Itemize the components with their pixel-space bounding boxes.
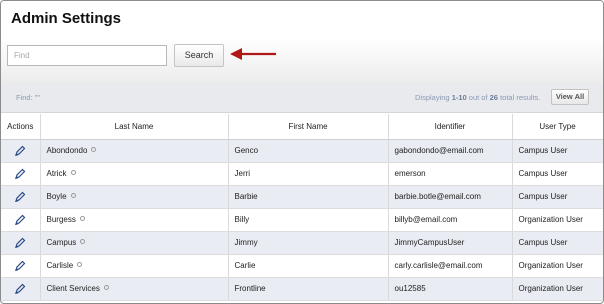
identifier-cell: JimmyCampusUser [388,231,513,255]
column-header-last-name[interactable]: Last Name [40,114,229,140]
table-row: Carlisle Carlie carly.carlisle@email.com… [1,254,603,278]
last-name[interactable]: Atrick [47,169,67,178]
user-type-cell: Organization User [512,254,603,278]
table-row: Abondondo Genco gabondondo@email.com Cam… [1,139,603,163]
last-name-cell: Boyle [40,185,229,209]
user-type-cell: Campus User [512,185,603,209]
user-type-cell: Campus User [512,162,603,186]
last-name-cell: Burgess [40,208,229,232]
identifier-cell: gabondondo@email.com [388,139,513,163]
display-suffix: total results. [497,93,541,102]
actions-cell [1,277,41,301]
first-name-cell: Genco [228,139,389,163]
users-table: Actions Last Name First Name Identifier … [1,114,603,301]
last-name-cell: Abondondo [40,139,229,163]
actions-cell [1,185,41,209]
table-row: Atrick Jerri emerson Campus User [1,162,603,186]
pencil-icon[interactable] [14,214,26,226]
column-header-first-name[interactable]: First Name [228,114,389,140]
pencil-icon[interactable] [14,237,26,249]
last-name-cell: Client Services [40,277,229,301]
pencil-icon[interactable] [14,145,26,157]
search-button[interactable]: Search [174,44,224,67]
arrow-left-icon [230,48,276,60]
actions-cell [1,139,41,163]
pencil-icon[interactable] [14,168,26,180]
results-bar: Find: "" Displaying 1-10 out of 26 total… [1,83,603,113]
view-all-button[interactable]: View All [551,89,589,105]
page-title: Admin Settings [11,10,122,27]
column-header-user-type[interactable]: User Type [512,114,603,140]
table-header-row: Actions Last Name First Name Identifier … [1,114,603,140]
display-total: 26 [489,93,498,102]
last-name-cell: Carlisle [40,254,229,278]
table-row: Campus Jimmy JimmyCampusUser Campus User [1,231,603,255]
last-name[interactable]: Boyle [47,192,67,201]
last-name-cell: Atrick [40,162,229,186]
header: Admin Settings Search [1,1,603,83]
actions-cell [1,208,41,232]
info-dot-icon[interactable] [103,284,109,290]
identifier-cell: barbie.botle@email.com [388,185,513,209]
identifier-cell: emerson [388,162,513,186]
pencil-icon[interactable] [14,191,26,203]
table-row: Burgess Billy billyb@email.com Organizat… [1,208,603,232]
user-type-cell: Campus User [512,231,603,255]
find-query-label: Find: "" [16,93,41,102]
info-dot-icon[interactable] [91,146,97,152]
results-count: Displaying 1-10 out of 26 total results. [415,93,541,102]
last-name[interactable]: Abondondo [47,146,88,155]
first-name-cell: Jerri [228,162,389,186]
first-name-cell: Carlie [228,254,389,278]
column-header-actions: Actions [1,114,41,140]
last-name[interactable]: Client Services [47,284,100,293]
identifier-cell: billyb@email.com [388,208,513,232]
actions-cell [1,231,41,255]
user-type-cell: Organization User [512,277,603,301]
first-name-cell: Barbie [228,185,389,209]
first-name-cell: Jimmy [228,231,389,255]
last-name[interactable]: Burgess [47,215,76,224]
last-name-cell: Campus [40,231,229,255]
info-dot-icon[interactable] [79,215,85,221]
table-row: Boyle Barbie barbie.botle@email.com Camp… [1,185,603,209]
info-dot-icon[interactable] [70,169,76,175]
actions-cell [1,162,41,186]
info-dot-icon[interactable] [80,238,86,244]
table-body: Abondondo Genco gabondondo@email.com Cam… [1,139,603,301]
identifier-cell: ou12585 [388,277,513,301]
last-name[interactable]: Campus [47,238,77,247]
user-type-cell: Campus User [512,139,603,163]
user-type-cell: Organization User [512,208,603,232]
table-row: Client Services Frontline ou12585 Organi… [1,277,603,301]
display-range: 1-10 [451,93,467,102]
pencil-icon[interactable] [14,283,26,295]
identifier-cell: carly.carlisle@email.com [388,254,513,278]
first-name-cell: Billy [228,208,389,232]
find-input[interactable] [7,45,167,66]
last-name[interactable]: Carlisle [47,261,74,270]
admin-settings-window: Admin Settings Search Find: "" Displayin… [0,0,604,304]
first-name-cell: Frontline [228,277,389,301]
display-out-of: out of [466,93,490,102]
actions-cell [1,254,41,278]
pencil-icon[interactable] [14,260,26,272]
info-dot-icon[interactable] [70,192,76,198]
info-dot-icon[interactable] [77,261,83,267]
column-header-identifier[interactable]: Identifier [388,114,513,140]
display-prefix: Displaying [415,93,452,102]
